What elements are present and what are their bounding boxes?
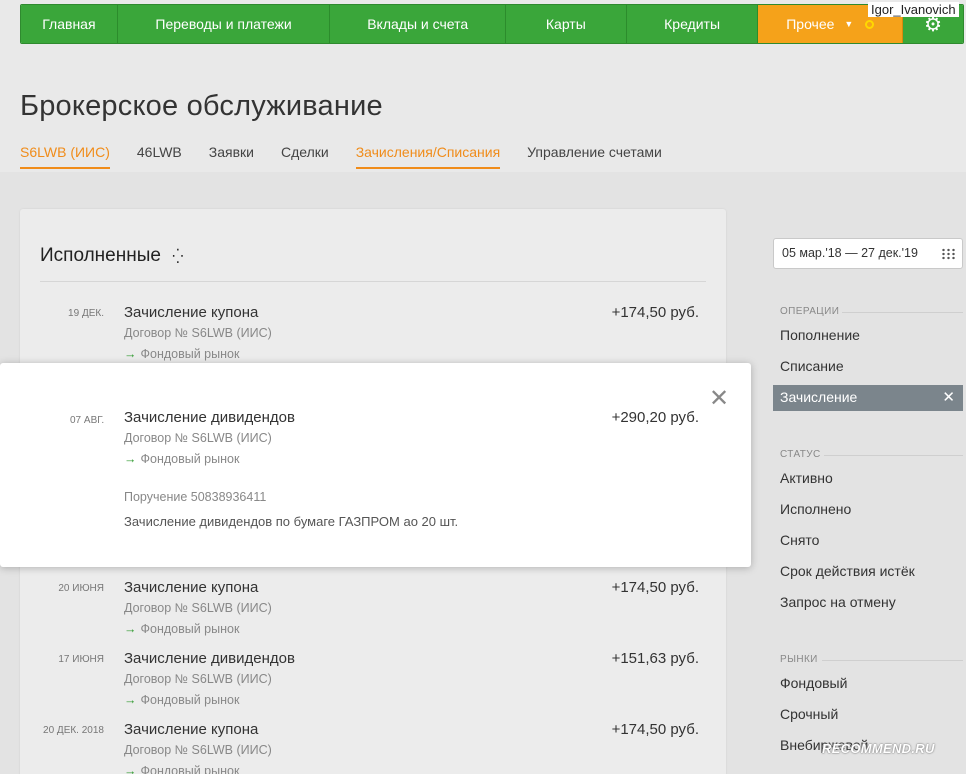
tab-orders[interactable]: Заявки [209, 144, 254, 169]
operation-details-popup: ✕ 07 АВГ. Зачисление дивидендов Договор … [0, 363, 751, 567]
operation-amount: +290,20 руб. [611, 409, 699, 426]
nav-item-deposits[interactable]: Вклады и счета [330, 5, 506, 43]
operation-amount: +174,50 руб. [611, 721, 699, 738]
operation-contract: Договор № S6LWB (ИИС) [124, 743, 272, 757]
date-range-text: 05 мар.'18 — 27 дек.'19 [782, 246, 918, 260]
operation-date: 07 АВГ. [70, 415, 105, 426]
operation-details: Зачисление дивидендов по бумаге ГАЗПРОМ … [124, 514, 459, 529]
operation-date: 20 ИЮНЯ [58, 583, 104, 594]
nav-item-home[interactable]: Главная [21, 5, 118, 43]
operation-market: → Фондовый рынок [124, 693, 239, 707]
filter-status-expired[interactable]: Срок действия истёк [773, 559, 963, 585]
filter-deposit[interactable]: Пополнение [773, 323, 963, 349]
operation-market: → Фондовый рынок [124, 764, 239, 774]
close-icon[interactable]: ✕ [709, 387, 729, 411]
operation-market-text: Фондовый рынок [140, 764, 240, 774]
operation-market: → Фондовый рынок [124, 622, 239, 636]
nav-item-transfers[interactable]: Переводы и платежи [117, 5, 331, 43]
arrow-right-icon: → [124, 347, 137, 361]
operation-market-text: Фондовый рынок [140, 452, 240, 466]
filter-status-cancelled[interactable]: Снято [773, 528, 963, 554]
filter-heading-text: ОПЕРАЦИИ [780, 306, 840, 317]
operation-contract: Договор № S6LWB (ИИС) [124, 326, 272, 340]
filter-status-cancel-request[interactable]: Запрос на отмену [773, 590, 963, 616]
tab-account-management[interactable]: Управление счетами [527, 144, 662, 169]
operation-market-text: Фондовый рынок [140, 622, 240, 636]
filter-market-derivatives[interactable]: Срочный [773, 702, 963, 728]
card-divider [40, 281, 706, 282]
filter-status-active[interactable]: Активно [773, 466, 963, 492]
arrow-right-icon: → [124, 693, 137, 707]
username-label: Igor_Ivanovich [868, 2, 959, 17]
filter-heading-text: РЫНКИ [780, 654, 818, 665]
operation-date: 20 ДЕК. 2018 [43, 725, 104, 736]
operation-market: → Фондовый рынок [124, 452, 239, 466]
filter-heading-text: СТАТУС [780, 449, 821, 460]
filter-heading-operations: ОПЕРАЦИИ [780, 306, 963, 317]
order-number: Поручение 50838936411 [124, 490, 267, 504]
nav-item-cards[interactable]: Карты [505, 5, 627, 43]
operation-contract: Договор № S6LWB (ИИС) [124, 431, 272, 445]
operation-market: → Фондовый рынок [124, 347, 239, 361]
divider [842, 312, 963, 313]
filter-credit-label: Зачисление [780, 389, 858, 405]
tab-credits-debits[interactable]: Зачисления/Списания [355, 144, 501, 169]
watermark-logo: RECOMMEND.RU [822, 741, 935, 756]
arrow-right-icon: → [124, 452, 137, 466]
notification-dot-icon [865, 19, 875, 29]
operation-amount: +174,50 руб. [611, 579, 699, 596]
operation-row[interactable]: 20 ДЕК. 2018 Зачисление купона Договор №… [20, 721, 726, 774]
operation-date: 19 ДЕК. [68, 308, 104, 319]
operation-market-text: Фондовый рынок [140, 347, 240, 361]
filter-market-stock[interactable]: Фондовый [773, 671, 963, 697]
filter-status-executed[interactable]: Исполнено [773, 497, 963, 523]
tab-s6lwb-iis[interactable]: S6LWB (ИИС) [20, 144, 110, 169]
operation-market-text: Фондовый рынок [140, 693, 240, 707]
filter-heading-markets: РЫНКИ [780, 654, 963, 665]
page-title: Брокерское обслуживание [20, 90, 383, 122]
divider [824, 455, 963, 456]
calendar-icon [941, 248, 956, 260]
filter-heading-status: СТАТУС [780, 449, 963, 460]
nav-item-credits[interactable]: Кредиты [626, 5, 759, 43]
operation-amount: +151,63 руб. [611, 650, 699, 667]
card-title-text: Исполненные [40, 245, 161, 266]
operation-contract: Договор № S6LWB (ИИС) [124, 601, 272, 615]
operation-contract: Договор № S6LWB (ИИС) [124, 672, 272, 686]
tab-deals[interactable]: Сделки [281, 144, 329, 169]
filter-credit[interactable]: Зачисление ✕ [773, 385, 963, 411]
divider [822, 660, 963, 661]
nav-other-label: Прочее [786, 16, 835, 32]
arrow-right-icon: → [124, 764, 137, 774]
operation-name: Зачисление купона [124, 721, 259, 738]
arrow-right-icon: → [124, 622, 137, 636]
operation-name: Зачисление купона [124, 579, 259, 596]
tab-46lwb[interactable]: 46LWB [137, 144, 182, 169]
operation-name: Зачисление дивидендов [124, 650, 295, 667]
operation-name: Зачисление купона [124, 304, 259, 321]
card-title: Исполненные ⁛ [40, 245, 183, 267]
account-tabs: S6LWB (ИИС) 46LWB Заявки Сделки Зачислен… [20, 144, 689, 169]
operation-row[interactable]: 20 ИЮНЯ Зачисление купона Договор № S6LW… [20, 579, 726, 649]
filter-withdrawal[interactable]: Списание [773, 354, 963, 380]
caret-down-icon: ▼ [844, 19, 854, 29]
operation-name: Зачисление дивидендов [124, 409, 295, 426]
operation-amount: +174,50 руб. [611, 304, 699, 321]
close-icon[interactable]: ✕ [942, 388, 955, 406]
operation-row[interactable]: 17 ИЮНЯ Зачисление дивидендов Договор № … [20, 650, 726, 720]
date-range-picker[interactable]: 05 мар.'18 — 27 дек.'19 [773, 238, 963, 269]
loading-spinner-icon: ⁛ [172, 248, 184, 264]
top-nav: Главная Переводы и платежи Вклады и счет… [20, 4, 964, 44]
operation-date: 17 ИЮНЯ [58, 654, 104, 665]
